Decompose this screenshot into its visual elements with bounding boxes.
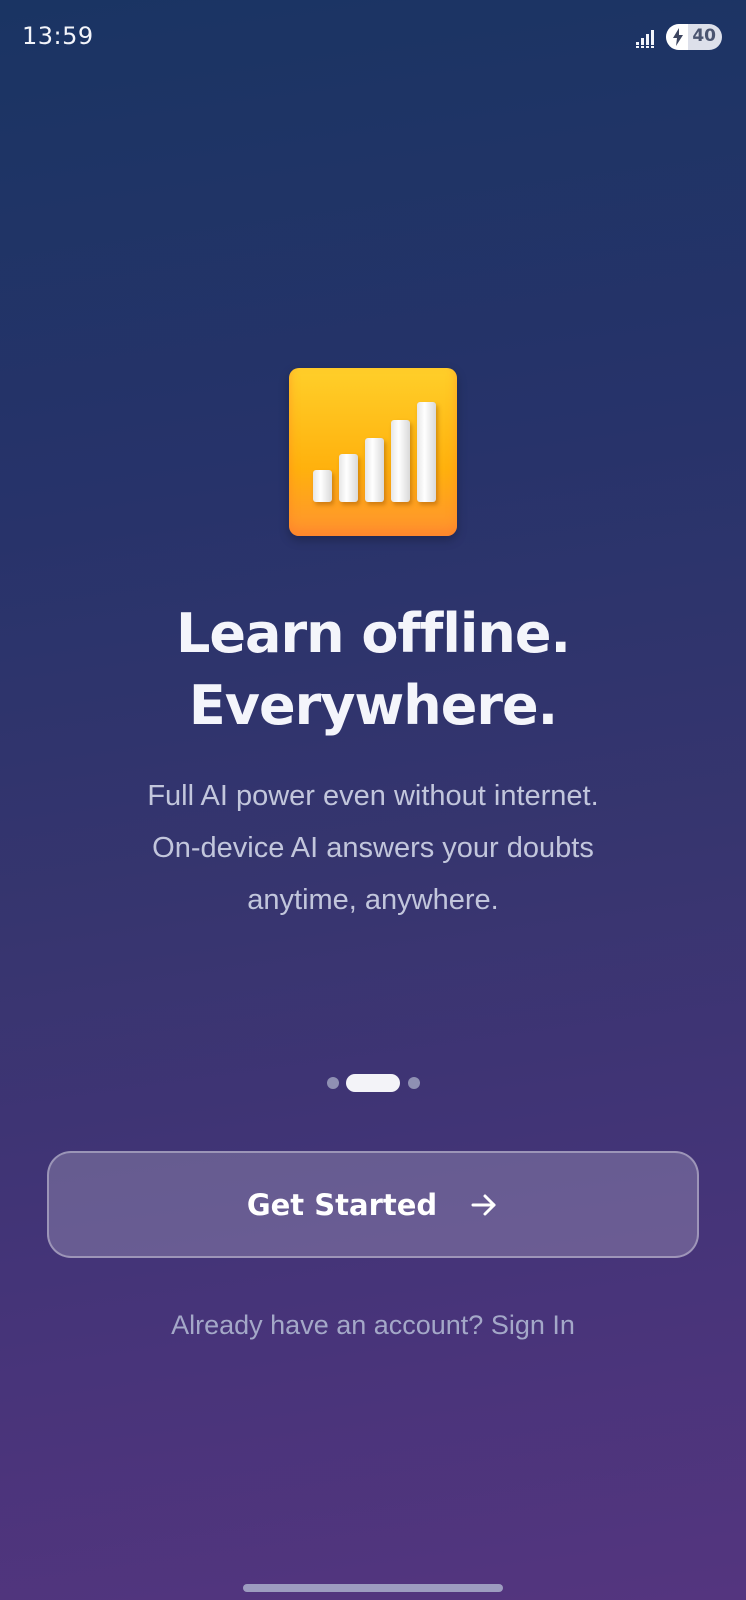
- headline: Learn offline. Everywhere.: [0, 598, 746, 742]
- home-indicator[interactable]: [243, 1584, 503, 1592]
- chart-bar: [391, 420, 410, 502]
- get-started-label: Get Started: [246, 1187, 438, 1222]
- chart-bar: [313, 470, 332, 502]
- headline-line: Learn offline.: [175, 602, 571, 665]
- chart-bar: [339, 454, 358, 502]
- signal-icon: [636, 30, 654, 48]
- chart-bar: [417, 402, 436, 502]
- headline-line: Everywhere.: [188, 674, 558, 737]
- subtitle: Full AI power even without internet. On-…: [60, 770, 686, 926]
- sign-in-link[interactable]: Already have an account? Sign In: [0, 1310, 746, 1341]
- page-dot-active[interactable]: [346, 1074, 400, 1092]
- page-dot[interactable]: [408, 1077, 420, 1089]
- battery-level: 40: [692, 26, 716, 46]
- page-dot[interactable]: [327, 1077, 339, 1089]
- subtitle-line: anytime, anywhere.: [247, 884, 499, 916]
- subtitle-line: On-device AI answers your doubts: [152, 832, 594, 864]
- chart-bar: [365, 438, 384, 502]
- bar-chart-emoji-icon: [289, 368, 457, 536]
- charging-bolt-icon: [673, 28, 683, 46]
- subtitle-line: Full AI power even without internet.: [147, 780, 599, 812]
- get-started-button[interactable]: Get Started: [47, 1151, 699, 1258]
- status-bar: 13:59 40: [0, 0, 746, 72]
- arrow-right-icon: [471, 1194, 496, 1215]
- battery-indicator: 40: [666, 24, 722, 50]
- page-indicator: [0, 1074, 746, 1094]
- status-time: 13:59: [22, 22, 94, 50]
